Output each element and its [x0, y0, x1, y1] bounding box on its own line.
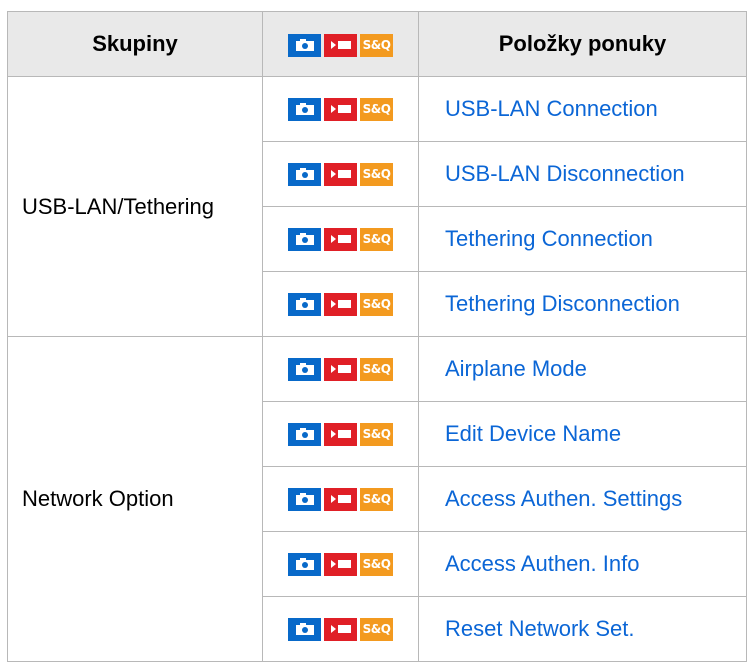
sq-icon: S&Q [360, 422, 393, 446]
sq-icon: S&Q [360, 617, 393, 641]
mode-icons: S&Q [288, 422, 393, 446]
mode-icons-cell: S&Q [262, 271, 419, 337]
mode-icons: S&Q [288, 33, 393, 57]
menu-item-cell: Access Authen. Settings [418, 466, 747, 532]
menu-item-cell: Tethering Disconnection [418, 271, 747, 337]
mode-icons-cell: S&Q [262, 206, 419, 272]
menu-item-link[interactable]: USB-LAN Connection [445, 96, 658, 121]
menu-item-link[interactable]: Edit Device Name [445, 421, 621, 446]
mode-icons-cell: S&Q [262, 336, 419, 402]
group-name: Network Option [7, 336, 263, 662]
movie-icon [324, 487, 357, 511]
menu-item-cell: USB-LAN Disconnection [418, 141, 747, 207]
movie-icon [324, 617, 357, 641]
menu-item-link[interactable]: Reset Network Set. [445, 616, 635, 641]
table-row: Network Option S&Q Airplane Mode [7, 336, 747, 662]
menu-table: Skupiny S&Q Položky ponuky USB-LAN/Tethe… [7, 11, 747, 662]
sq-icon: S&Q [360, 357, 393, 381]
menu-item-cell: Airplane Mode [418, 336, 747, 402]
menu-item-cell: Reset Network Set. [418, 596, 747, 662]
menu-item-link[interactable]: Access Authen. Settings [445, 486, 682, 511]
menu-item-cell: Access Authen. Info [418, 531, 747, 597]
mode-icons-cell: S&Q [262, 531, 419, 597]
menu-item-cell: USB-LAN Connection [418, 76, 747, 142]
header-row: Skupiny S&Q Položky ponuky [7, 11, 747, 77]
camera-icon [288, 487, 321, 511]
camera-icon [288, 552, 321, 576]
sq-icon: S&Q [360, 33, 393, 57]
mode-icons-cell: S&Q [262, 596, 419, 662]
mode-icons: S&Q [288, 617, 393, 641]
movie-icon [324, 292, 357, 316]
menu-item-link[interactable]: Tethering Connection [445, 226, 653, 251]
menu-item-cell: Edit Device Name [418, 401, 747, 467]
sq-icon: S&Q [360, 97, 393, 121]
menu-item-link[interactable]: USB-LAN Disconnection [445, 161, 685, 186]
menu-item-link[interactable]: Airplane Mode [445, 356, 587, 381]
mode-icons: S&Q [288, 227, 393, 251]
mode-icons: S&Q [288, 487, 393, 511]
table-row: USB-LAN/Tethering S&Q USB-LAN Connection [7, 76, 747, 337]
sq-icon: S&Q [360, 292, 393, 316]
camera-icon [288, 227, 321, 251]
mode-icons-cell: S&Q [262, 466, 419, 532]
sq-icon: S&Q [360, 552, 393, 576]
mode-icons: S&Q [288, 97, 393, 121]
group-name: USB-LAN/Tethering [7, 76, 263, 337]
mode-icons-cell: S&Q [262, 401, 419, 467]
camera-icon [288, 162, 321, 186]
menu-item-cell: Tethering Connection [418, 206, 747, 272]
camera-icon [288, 422, 321, 446]
mode-icons-cell: S&Q [262, 76, 419, 142]
mode-icons: S&Q [288, 552, 393, 576]
movie-icon [324, 227, 357, 251]
menu-item-link[interactable]: Tethering Disconnection [445, 291, 680, 316]
sq-icon: S&Q [360, 227, 393, 251]
mode-icons: S&Q [288, 292, 393, 316]
mode-icons: S&Q [288, 162, 393, 186]
sq-icon: S&Q [360, 487, 393, 511]
camera-icon [288, 617, 321, 641]
header-mode-icons: S&Q [262, 11, 419, 77]
movie-icon [324, 422, 357, 446]
camera-icon [288, 357, 321, 381]
header-menu-items: Položky ponuky [418, 11, 747, 77]
movie-icon [324, 33, 357, 57]
camera-icon [288, 97, 321, 121]
sq-icon: S&Q [360, 162, 393, 186]
movie-icon [324, 162, 357, 186]
mode-icons-cell: S&Q [262, 141, 419, 207]
camera-icon [288, 33, 321, 57]
movie-icon [324, 552, 357, 576]
movie-icon [324, 97, 357, 121]
header-groups: Skupiny [7, 11, 263, 77]
camera-icon [288, 292, 321, 316]
mode-icons: S&Q [288, 357, 393, 381]
menu-item-link[interactable]: Access Authen. Info [445, 551, 639, 576]
movie-icon [324, 357, 357, 381]
